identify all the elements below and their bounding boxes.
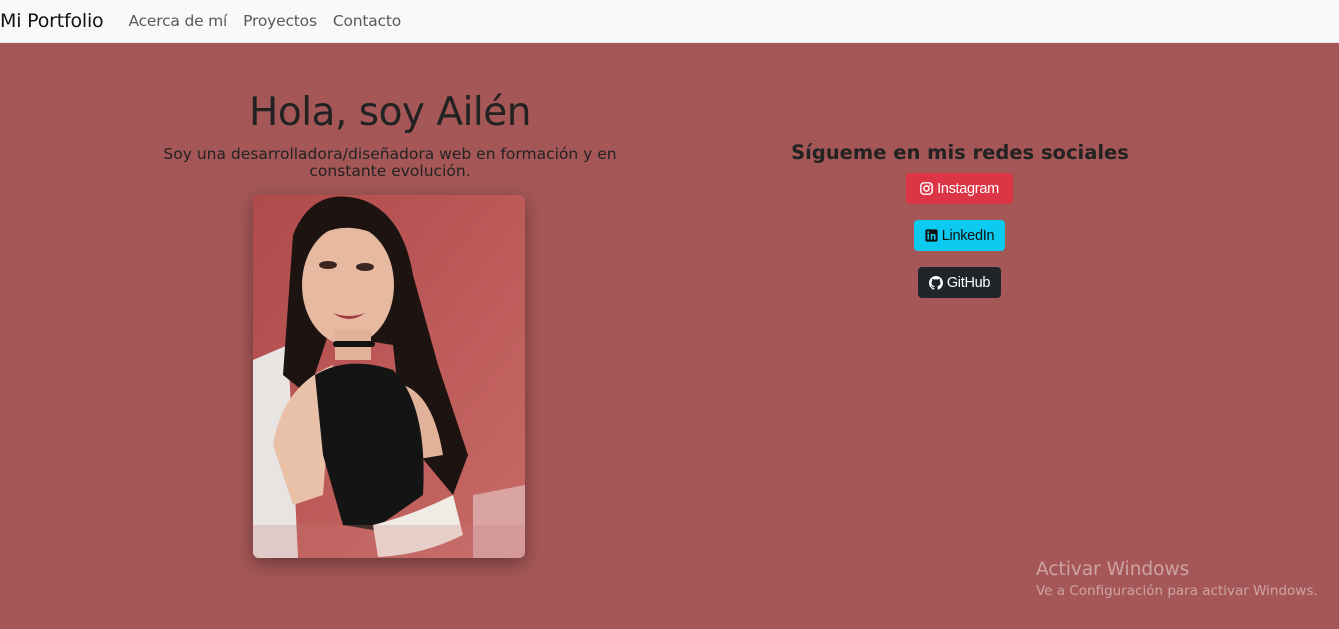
github-button[interactable]: GitHub bbox=[918, 267, 1001, 298]
github-icon bbox=[928, 275, 943, 290]
brand-link[interactable]: Mi Portfolio bbox=[0, 10, 104, 32]
watermark-title: Activar Windows bbox=[1036, 559, 1190, 580]
instagram-button[interactable]: Instagram bbox=[906, 173, 1013, 204]
hero-subtitle: Soy una desarrolladora/diseñadora web en… bbox=[163, 145, 617, 180]
nav-link-about[interactable]: Acerca de mí bbox=[128, 12, 227, 30]
instagram-label: Instagram bbox=[937, 180, 999, 197]
social-title: Sígueme en mis redes sociales bbox=[791, 141, 1129, 164]
windows-activation-watermark: Activar Windows Ve a Configuración para … bbox=[1036, 559, 1318, 599]
nav-link-contact[interactable]: Contacto bbox=[333, 12, 401, 30]
linkedin-icon bbox=[925, 229, 938, 242]
navbar: Mi Portfolio Acerca de mí Proyectos Cont… bbox=[0, 0, 1339, 43]
linkedin-label: LinkedIn bbox=[941, 227, 995, 244]
profile-photo bbox=[253, 195, 525, 558]
watermark-subtitle: Ve a Configuración para activar Windows. bbox=[1036, 583, 1318, 599]
linkedin-button[interactable]: LinkedIn bbox=[914, 220, 1005, 251]
hero-title: Hola, soy Ailén bbox=[249, 90, 531, 135]
nav-link-projects[interactable]: Proyectos bbox=[243, 12, 317, 30]
instagram-icon bbox=[920, 182, 934, 195]
github-label: GitHub bbox=[946, 274, 991, 291]
nav-links: Acerca de mí Proyectos Contacto bbox=[128, 12, 417, 30]
